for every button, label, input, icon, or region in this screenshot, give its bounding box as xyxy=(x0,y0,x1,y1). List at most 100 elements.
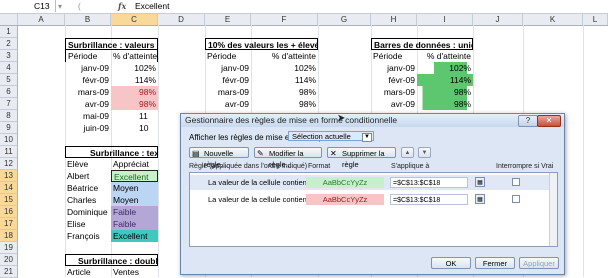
table2-cell[interactable]: 98% xyxy=(251,86,318,98)
rules-scrollbar[interactable] xyxy=(549,173,557,246)
table2-cell[interactable]: 98% xyxy=(251,98,318,110)
column-header-f[interactable]: F xyxy=(251,14,318,25)
table1-title[interactable]: Surbrillance : valeurs xyxy=(65,38,158,50)
column-header-g[interactable]: G xyxy=(318,14,371,25)
ok-button[interactable]: OK xyxy=(431,257,471,269)
column-header-h[interactable]: H xyxy=(371,14,417,25)
dialog-title[interactable]: Gestionnaire des règles de mise en forme… xyxy=(181,114,564,127)
table2-cell[interactable]: 102% xyxy=(251,62,318,74)
column-header-c[interactable]: C xyxy=(111,14,158,25)
range-picker-icon[interactable]: ▦ xyxy=(475,194,485,204)
name-box[interactable]: C13 xyxy=(0,0,56,12)
row-header-18[interactable]: 18 xyxy=(0,230,18,242)
row-header-1[interactable]: 1 xyxy=(0,26,18,38)
column-header-a[interactable]: A xyxy=(18,14,65,25)
table3-header-pct[interactable]: % d'atteinte xyxy=(417,50,473,62)
table4-cell[interactable]: Elise xyxy=(65,218,111,230)
table4-cell[interactable]: Faible xyxy=(111,218,158,230)
table3-databar-cell[interactable]: 102% xyxy=(417,62,473,74)
table2-cell[interactable]: avr-09 xyxy=(205,98,251,110)
table5-title[interactable]: Surbrillance : doublor xyxy=(65,254,158,266)
help-button[interactable]: ? xyxy=(518,115,538,127)
table4-title[interactable]: Surbrillance : texte xyxy=(65,146,158,158)
table2-header-period[interactable]: Période xyxy=(205,50,251,62)
table3-cell[interactable]: févr-09 xyxy=(371,74,417,86)
table3-cell[interactable]: janv-09 xyxy=(371,62,417,74)
row-header-2[interactable]: 2 xyxy=(0,38,18,50)
stop-if-true-checkbox[interactable] xyxy=(512,178,520,186)
insert-function-icon[interactable]: fx xyxy=(118,0,126,12)
table1-cell[interactable]: 114% xyxy=(111,74,158,86)
table4-cell-active[interactable]: Excellent xyxy=(111,170,158,182)
row-header-4[interactable]: 4 xyxy=(0,62,18,74)
table1-cell[interactable]: févr-09 xyxy=(65,74,111,86)
table4-cell[interactable]: Dominique xyxy=(65,206,111,218)
table1-cell[interactable]: 10 xyxy=(111,122,158,134)
table1-cell[interactable]: 102% xyxy=(111,62,158,74)
column-header-l[interactable]: L xyxy=(583,14,608,25)
row-header-16[interactable]: 16 xyxy=(0,206,18,218)
table4-cell[interactable]: Moyen xyxy=(111,194,158,206)
table3-databar-cell[interactable]: 98% xyxy=(417,86,473,98)
table1-cell-highlighted[interactable]: 98% xyxy=(111,86,158,98)
table3-cell[interactable]: avr-09 xyxy=(371,98,417,110)
row-header-17[interactable]: 17 xyxy=(0,218,18,230)
row-header-10[interactable]: 10 xyxy=(0,134,18,146)
table3-title[interactable]: Barres de données : unies xyxy=(371,38,473,50)
close-button[interactable]: Fermer xyxy=(475,257,515,269)
formula-bar-expand-icon[interactable]: ( xyxy=(78,1,81,12)
stop-if-true-checkbox[interactable] xyxy=(512,195,520,203)
table4-cell[interactable]: Béatrice xyxy=(65,182,111,194)
row-header-21[interactable]: 21 xyxy=(0,266,18,278)
apply-button[interactable]: Appliquer xyxy=(519,257,559,269)
applies-to-input[interactable]: =$C$13:$C$18 xyxy=(390,177,468,188)
table4-header-appreciation[interactable]: Appréciat xyxy=(111,158,158,170)
table3-header-period[interactable]: Période xyxy=(371,50,417,62)
row-header-6[interactable]: 6 xyxy=(0,86,18,98)
row-header-15[interactable]: 15 xyxy=(0,194,18,206)
row-header-8[interactable]: 8 xyxy=(0,110,18,122)
table2-header-pct[interactable]: % d'atteinte xyxy=(251,50,318,62)
rule-row[interactable]: La valeur de la cellule contient ... AaB… xyxy=(190,175,550,190)
table2-cell[interactable]: févr-09 xyxy=(205,74,251,86)
table2-cell[interactable]: 114% xyxy=(251,74,318,86)
table1-header-period[interactable]: Période xyxy=(65,50,111,62)
table2-cell[interactable]: janv-09 xyxy=(205,62,251,74)
table5-header-article[interactable]: Article xyxy=(65,266,111,278)
table5-header-ventes[interactable]: Ventes xyxy=(111,266,158,278)
column-header-e[interactable]: E xyxy=(205,14,251,25)
table3-databar-cell[interactable]: 98% xyxy=(417,98,473,110)
table1-cell[interactable]: 11 xyxy=(111,110,158,122)
table4-cell[interactable]: François xyxy=(65,230,111,242)
table4-cell[interactable]: Faible xyxy=(111,206,158,218)
table4-cell[interactable]: Moyen xyxy=(111,182,158,194)
table1-cell[interactable]: avr-09 xyxy=(65,98,111,110)
range-picker-icon[interactable]: ▦ xyxy=(475,177,485,187)
table4-cell[interactable]: Excellent xyxy=(111,230,158,242)
show-rules-select[interactable]: Sélection actuelle ▼ xyxy=(288,131,374,142)
table1-cell[interactable]: janv-09 xyxy=(65,62,111,74)
name-box-dropdown-icon[interactable]: ▾ xyxy=(58,1,62,12)
column-header-b[interactable]: B xyxy=(65,14,111,25)
select-all-corner[interactable] xyxy=(0,14,18,25)
row-header-3[interactable]: 3 xyxy=(0,50,18,62)
row-header-9[interactable]: 9 xyxy=(0,122,18,134)
column-header-k[interactable]: K xyxy=(523,14,583,25)
column-header-d[interactable]: D xyxy=(158,14,205,25)
row-header-14[interactable]: 14 xyxy=(0,182,18,194)
move-up-button[interactable]: ▲ xyxy=(401,147,414,158)
column-header-j[interactable]: J xyxy=(473,14,523,25)
table1-cell[interactable]: mars-09 xyxy=(65,86,111,98)
table4-header-eleve[interactable]: Elève xyxy=(65,158,111,170)
table3-databar-cell[interactable]: 114% xyxy=(417,74,473,86)
close-icon[interactable]: ✕ xyxy=(537,115,561,127)
table4-cell[interactable]: Albert xyxy=(65,170,111,182)
formula-input[interactable]: Excellent xyxy=(135,0,170,12)
table3-cell[interactable]: mars-09 xyxy=(371,86,417,98)
edit-rule-button[interactable]: ✎ Modifier la règle... xyxy=(254,147,322,169)
delete-rule-button[interactable]: ✕ Supprimer la règle xyxy=(327,147,396,169)
row-header-12[interactable]: 12 xyxy=(0,158,18,170)
row-header-19[interactable]: 19 xyxy=(0,242,18,254)
move-down-button[interactable]: ▼ xyxy=(418,147,431,158)
table2-title[interactable]: 10% des valeurs les + élevées xyxy=(205,38,318,50)
